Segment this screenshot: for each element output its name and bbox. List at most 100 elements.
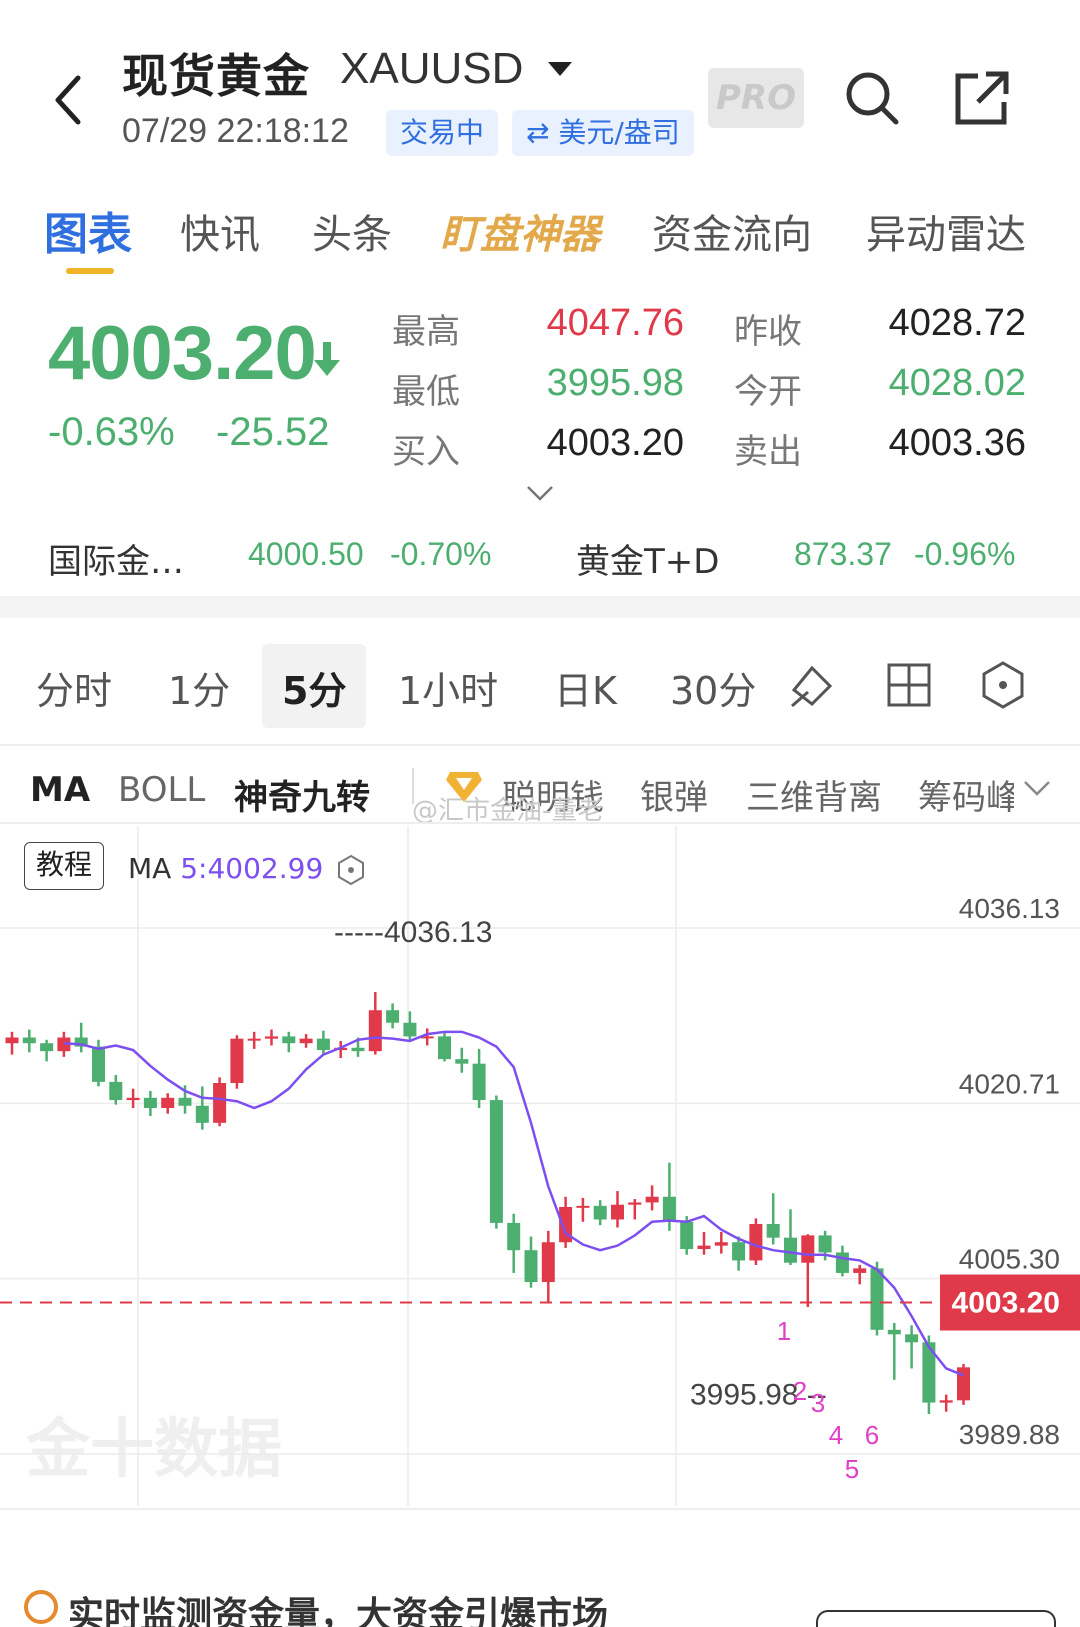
candle-body	[92, 1046, 105, 1082]
instrument-title: 现货黄金	[122, 49, 310, 103]
layout-grid-icon[interactable]	[886, 662, 932, 708]
candle-body	[541, 1242, 555, 1283]
back-arrow-icon[interactable]	[48, 70, 88, 130]
candle-body	[351, 1047, 365, 1052]
candle-body	[835, 1252, 849, 1273]
period-tab-active[interactable]: 5分	[282, 660, 346, 715]
indicator-ma[interactable]: MA	[30, 770, 90, 810]
candle-body	[126, 1097, 140, 1101]
clock-icon	[24, 1590, 58, 1624]
ma-legend: MA 5:4002.99	[128, 852, 323, 885]
candle-body	[818, 1235, 832, 1253]
related-change: -0.70%	[390, 536, 492, 572]
candle-body	[109, 1081, 123, 1101]
candle-body	[247, 1038, 261, 1041]
ma-line	[63, 1030, 964, 1377]
instrument-symbol[interactable]: XAUUSD	[340, 44, 523, 94]
y-axis-label: 4036.13	[959, 893, 1060, 924]
candle-body	[593, 1205, 607, 1220]
ask-value: 4003.36	[888, 422, 1026, 464]
candle-body	[697, 1245, 711, 1250]
candle-body	[143, 1097, 157, 1109]
bid-label: 买入	[392, 432, 460, 472]
candle-body	[178, 1097, 192, 1106]
tab-anomaly-radar[interactable]: 异动雷达	[866, 202, 1026, 260]
related-name[interactable]: 黄金T+D	[576, 534, 719, 583]
candle-body	[905, 1334, 919, 1343]
candle-body	[161, 1097, 175, 1109]
related-change: -0.96%	[914, 536, 1016, 572]
candle-body	[662, 1196, 676, 1222]
share-icon[interactable]	[952, 68, 1012, 128]
expand-chevron-icon[interactable]	[526, 484, 554, 502]
indicator-chip-peak[interactable]: 筹码峰	[918, 770, 1014, 819]
promo-banner-text[interactable]: 实时监测资金量，大资金引爆市场	[68, 1586, 608, 1627]
open-label: 今开	[734, 372, 802, 412]
td-sequence-label: 5	[845, 1454, 859, 1484]
y-axis-label: 3989.88	[959, 1419, 1060, 1450]
candle-body	[472, 1063, 486, 1101]
tab-market-watch[interactable]: 盯盘神器	[440, 202, 600, 260]
candlestick-chart[interactable]: 4036.134020.714005.303989.8818:5020:0521…	[0, 826, 1080, 1506]
prev-close-value: 4028.72	[888, 302, 1026, 344]
candle-body	[386, 1010, 400, 1023]
draw-tool-icon[interactable]	[788, 660, 838, 710]
candle-body	[766, 1224, 780, 1238]
candle-body	[299, 1038, 313, 1044]
period-tab[interactable]: 30分	[670, 660, 758, 715]
divider	[0, 822, 1080, 824]
candle-body	[714, 1242, 728, 1246]
low-label: 最低	[392, 372, 460, 412]
related-price: 873.37	[794, 536, 892, 572]
period-tab[interactable]: 1分	[168, 660, 230, 715]
td-sequence-label: 6	[865, 1420, 879, 1450]
low-value: 3995.98	[546, 362, 684, 404]
related-name[interactable]: 国际金…	[48, 534, 184, 583]
search-icon[interactable]	[842, 68, 902, 128]
candle-body	[784, 1237, 797, 1263]
candle-body	[438, 1036, 451, 1060]
candle-body	[645, 1196, 659, 1203]
td-sequence-label: 4	[829, 1420, 843, 1450]
open-value: 4028.02	[888, 362, 1026, 404]
candle-body	[853, 1268, 867, 1273]
candle-body	[230, 1038, 244, 1084]
promo-banner-button[interactable]	[816, 1610, 1056, 1627]
chevron-down-icon[interactable]	[548, 62, 572, 76]
period-tab[interactable]: 日K	[554, 660, 617, 715]
indicator-3d-divergence[interactable]: 三维背离	[746, 770, 882, 819]
tab-headlines[interactable]: 头条	[312, 202, 392, 260]
td-sequence-label: 3	[811, 1388, 825, 1418]
candle-body	[628, 1202, 642, 1205]
ma-settings-icon[interactable]	[336, 854, 366, 886]
candle-body	[611, 1204, 624, 1220]
change-percent: -0.63%	[48, 410, 175, 454]
pro-button[interactable]: PRO	[708, 68, 804, 128]
change-amount: -25.52	[216, 410, 330, 454]
tab-fund-flow[interactable]: 资金流向	[652, 202, 812, 260]
candle-body	[40, 1043, 54, 1052]
tab-flash-news[interactable]: 快讯	[180, 202, 260, 260]
prev-close-label: 昨收	[734, 312, 802, 352]
high-label: 最高	[392, 312, 460, 352]
candle-body	[195, 1105, 209, 1123]
indicator-boll[interactable]: BOLL	[118, 770, 205, 810]
indicator-td9[interactable]: 神奇九转	[234, 770, 370, 819]
settings-hexagon-icon[interactable]	[980, 660, 1026, 710]
trading-status-badge: 交易中	[386, 110, 499, 156]
candle-body	[680, 1221, 694, 1250]
candle-body	[489, 1100, 503, 1223]
candle-body	[801, 1235, 815, 1263]
candle-body	[316, 1038, 330, 1051]
tutorial-button[interactable]: 教程	[24, 842, 104, 890]
candle-body	[265, 1036, 278, 1039]
period-tab[interactable]: 分时	[36, 660, 112, 715]
chevron-down-icon[interactable]	[1022, 778, 1052, 798]
unit-switch-badge[interactable]: ⇄ 美元/盎司	[512, 110, 694, 156]
indicator-silver-bullet[interactable]: 银弹	[640, 770, 708, 819]
tab-chart[interactable]: 图表	[44, 198, 132, 262]
quote-timestamp: 07/29 22:18:12	[122, 112, 349, 150]
candle-body	[455, 1059, 469, 1064]
candle-body	[5, 1037, 19, 1044]
period-tab[interactable]: 1小时	[398, 660, 498, 715]
